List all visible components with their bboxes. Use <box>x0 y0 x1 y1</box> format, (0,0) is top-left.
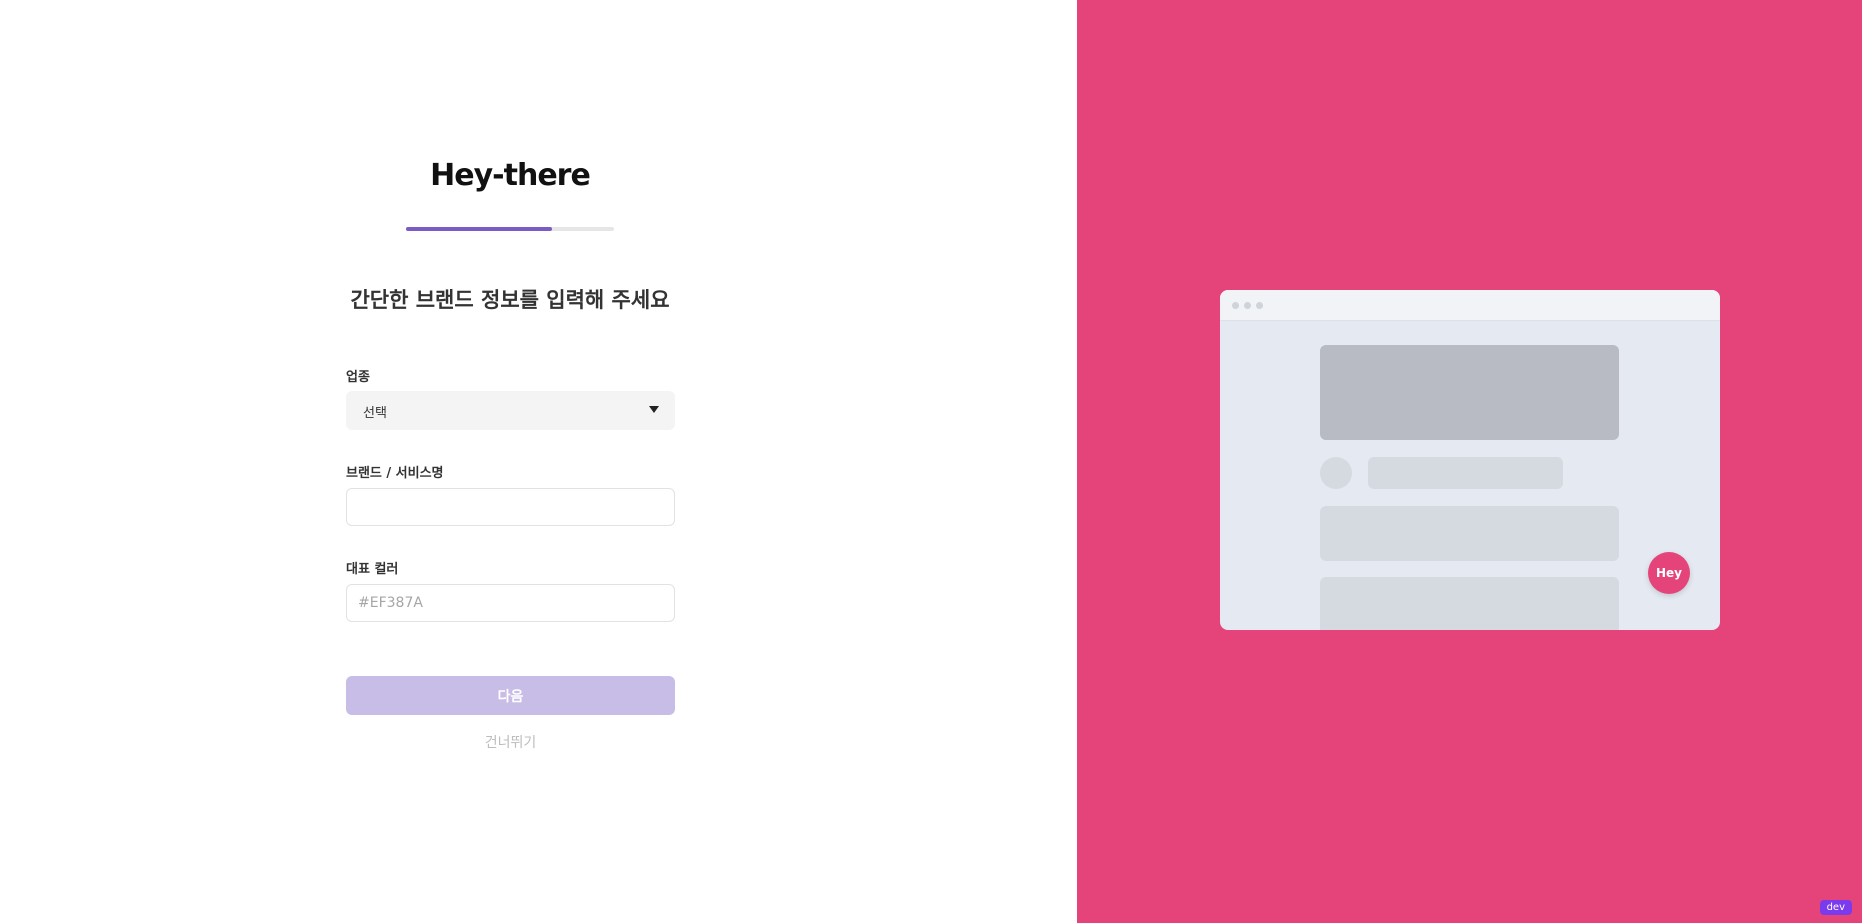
brand-color-input[interactable] <box>346 584 675 622</box>
skeleton-line <box>1368 457 1563 489</box>
chevron-down-icon <box>649 406 659 413</box>
next-button[interactable]: 다음 <box>346 676 675 715</box>
industry-label: 업종 <box>346 370 370 385</box>
skeleton-card <box>1320 506 1619 561</box>
industry-select[interactable]: 선택 <box>346 391 675 430</box>
brand-logo: Hey-there <box>430 158 591 193</box>
brand-color-label: 대표 컬러 <box>346 562 399 577</box>
skip-link[interactable]: 건너뛰기 <box>346 732 675 752</box>
window-dot-icon <box>1244 302 1251 309</box>
browser-toolbar <box>1220 290 1720 321</box>
industry-select-value: 선택 <box>363 406 387 421</box>
onboarding-page: Hey-there 간단한 브랜드 정보를 입력해 주세요 업종 선택 브랜드 … <box>0 0 1862 923</box>
progress-fill <box>406 227 552 231</box>
preview-panel: Hey <box>1077 0 1862 923</box>
brand-name-input[interactable] <box>346 488 675 526</box>
skeleton-avatar <box>1320 457 1352 489</box>
skeleton-hero <box>1320 345 1619 440</box>
progress-bar <box>406 227 614 231</box>
browser-preview: Hey <box>1220 290 1720 630</box>
skeleton-card <box>1320 577 1619 630</box>
page-title: 간단한 브랜드 정보를 입력해 주세요 <box>350 288 670 312</box>
window-dot-icon <box>1232 302 1239 309</box>
chat-widget-button[interactable]: Hey <box>1648 552 1690 594</box>
form-panel: Hey-there 간단한 브랜드 정보를 입력해 주세요 업종 선택 브랜드 … <box>0 0 1077 923</box>
brand-name-label: 브랜드 / 서비스명 <box>346 466 444 481</box>
window-dot-icon <box>1256 302 1263 309</box>
env-badge: dev <box>1819 900 1852 915</box>
